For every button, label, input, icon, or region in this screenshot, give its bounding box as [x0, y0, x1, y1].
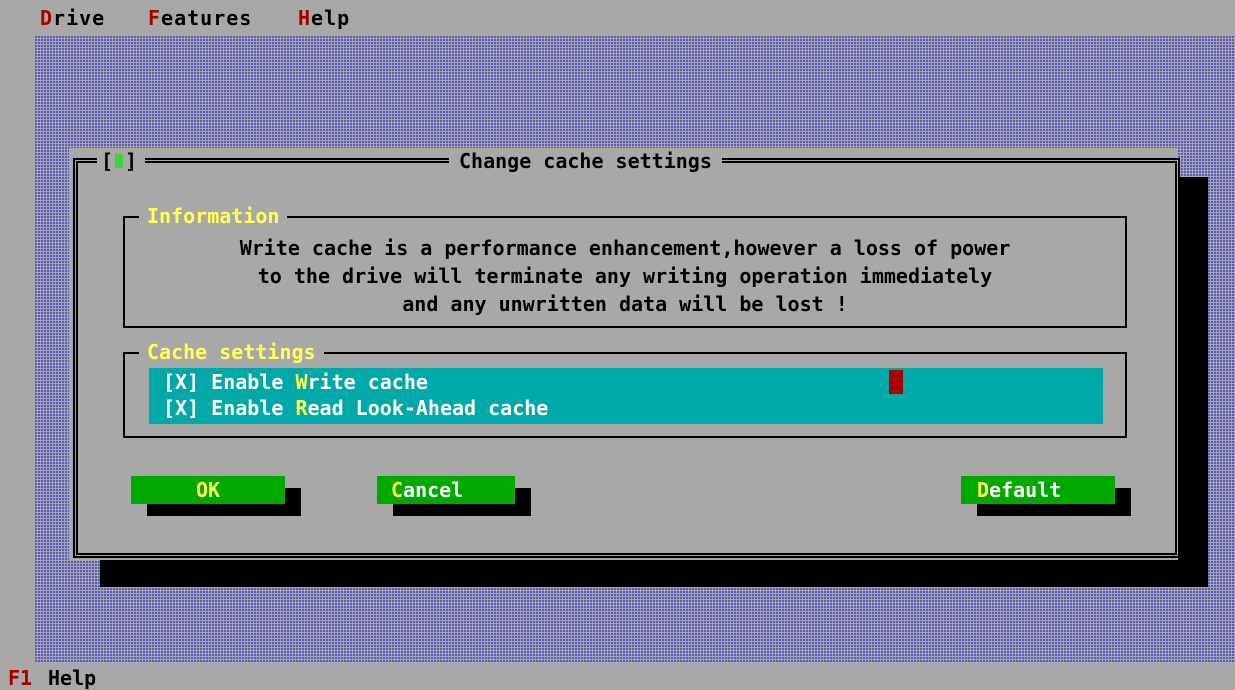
default-button[interactable]: Default: [961, 476, 1115, 504]
status-help-label: Help: [48, 666, 97, 690]
cache-settings-list: [X] Enable Write cache [X] Enable Read L…: [149, 368, 1103, 424]
cancel-button[interactable]: Cancel: [377, 476, 515, 504]
menu-drive[interactable]: Drive: [40, 6, 105, 30]
menu-features[interactable]: Features: [148, 6, 252, 30]
close-icon: [115, 154, 123, 168]
close-bracket-left: [: [101, 149, 114, 173]
status-bar: F1 Help: [0, 662, 1235, 690]
checkbox-label: ead Look-Ahead cache: [307, 396, 549, 420]
ok-button[interactable]: OK: [131, 476, 285, 504]
menu-help-hotkey: H: [298, 6, 312, 30]
cancel-button-hotkey: C: [391, 478, 404, 502]
ok-button-label: OK: [195, 478, 221, 502]
default-button-hotkey: D: [977, 478, 990, 502]
menu-bar: Drive Features Help: [0, 0, 1235, 36]
information-label: Information: [139, 204, 288, 228]
checkbox-hotkey: W: [295, 370, 308, 394]
menu-help-label: elp: [311, 6, 351, 30]
info-line-1: Write cache is a performance enhancement…: [239, 236, 1011, 260]
menu-features-hotkey: F: [148, 6, 162, 30]
dialog-title: Change cache settings: [449, 148, 722, 174]
close-bracket-right: ]: [125, 149, 138, 173]
cache-settings-label: Cache settings: [139, 340, 324, 364]
dialog-shadow: [1178, 177, 1208, 587]
checkbox-prefix: [X] Enable: [163, 370, 296, 394]
menu-help[interactable]: Help: [298, 6, 350, 30]
checkbox-prefix: [X] Enable: [163, 396, 296, 420]
enable-read-lookahead-checkbox[interactable]: [X] Enable Read Look-Ahead cache: [163, 396, 548, 420]
checkbox-label: rite cache: [307, 370, 428, 394]
menu-drive-label: rive: [53, 6, 106, 30]
cancel-button-label: ancel: [403, 478, 464, 502]
info-line-3: and any unwritten data will be lost !: [402, 292, 848, 316]
info-line-2: to the drive will terminate any writing …: [257, 264, 993, 288]
checkbox-hotkey: R: [295, 396, 308, 420]
text-cursor: [889, 370, 903, 394]
enable-write-cache-checkbox[interactable]: [X] Enable Write cache: [163, 370, 428, 394]
dialog-shadow: [100, 560, 1208, 587]
default-button-label: efault: [989, 478, 1062, 502]
cache-settings-group: Cache settings [X] Enable Write cache [X…: [123, 340, 1127, 438]
change-cache-settings-dialog: [ ] Change cache settings Information Wr…: [69, 148, 1180, 560]
status-key-f1[interactable]: F1: [8, 666, 32, 690]
menu-features-label: eatures: [161, 6, 253, 30]
close-button[interactable]: [ ]: [97, 148, 145, 174]
menu-drive-hotkey: D: [40, 6, 54, 30]
information-group: Information Write cache is a performance…: [123, 204, 1127, 328]
